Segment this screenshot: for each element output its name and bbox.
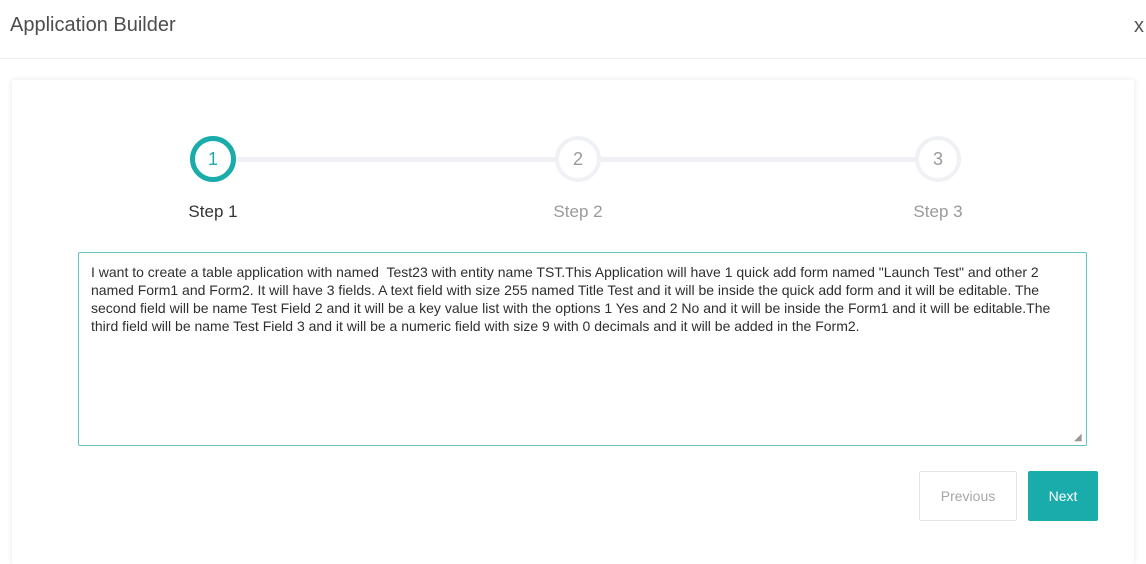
- close-button[interactable]: x: [1134, 14, 1144, 38]
- step-1-label: Step 1: [188, 202, 238, 221]
- step-1-number: 1: [207, 148, 218, 169]
- stepper-connector-1-2: [222, 157, 582, 162]
- application-description-input[interactable]: I want to create a table application wit…: [78, 252, 1087, 446]
- step-2-number: 2: [572, 148, 583, 169]
- step-3-number: 3: [932, 148, 943, 169]
- step-1-indicator[interactable]: 1: [190, 136, 236, 182]
- step-3-label: Step 3: [913, 202, 963, 221]
- stepper-connector-2-3: [592, 157, 932, 162]
- step-2-indicator[interactable]: 2: [555, 136, 601, 182]
- step-2-label: Step 2: [553, 202, 603, 221]
- application-builder-dialog: Application Builder x 1 Step 1 2 Step 2 …: [0, 0, 1146, 564]
- dialog-header: Application Builder x: [0, 0, 1146, 59]
- next-button[interactable]: Next: [1028, 471, 1098, 521]
- previous-button[interactable]: Previous: [919, 471, 1017, 521]
- step-3-indicator[interactable]: 3: [915, 136, 961, 182]
- dialog-title: Application Builder: [10, 14, 176, 36]
- resize-grip-icon[interactable]: ◢: [1074, 433, 1084, 443]
- wizard-card: 1 Step 1 2 Step 2 3 Step 3 I want to cre…: [12, 80, 1134, 564]
